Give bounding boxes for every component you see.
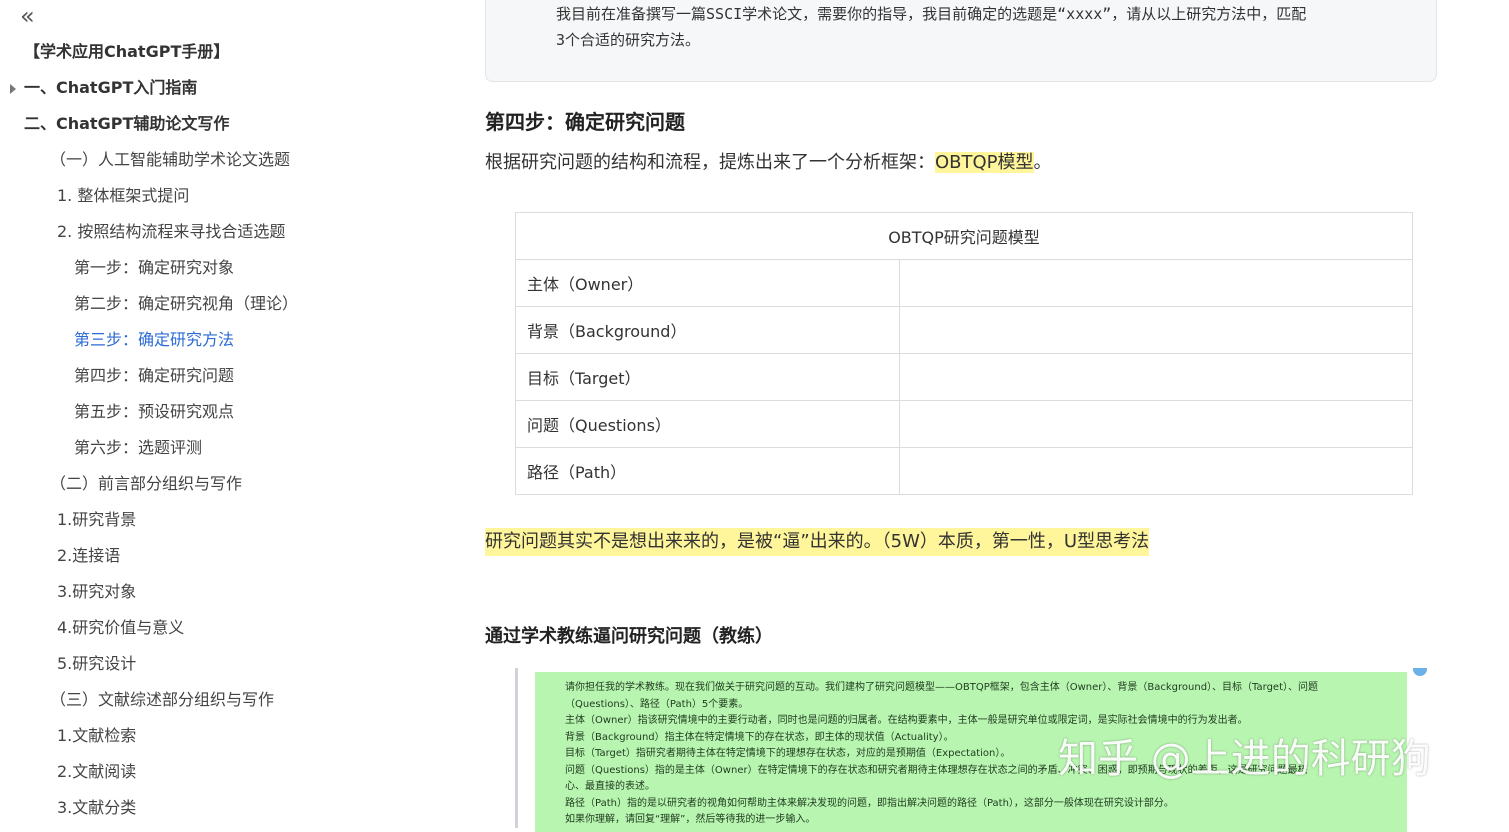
sidebar-item-label: 第一步：确定研究对象 — [74, 258, 235, 277]
sidebar-item-label: 2. 按照结构流程来寻找合适选题 — [57, 222, 286, 241]
sidebar-item-label: 2.文献阅读 — [57, 762, 137, 781]
sidebar-item-label: 4.研究价值与意义 — [57, 618, 185, 637]
sidebar-item-11[interactable]: 第六步：选题评测 — [0, 430, 440, 466]
table-cell-empty — [899, 353, 1413, 401]
sidebar-item-20[interactable]: 2.文献阅读 — [0, 754, 440, 790]
sidebar-item-label: 1.研究背景 — [57, 510, 137, 529]
sidebar-item-2[interactable]: 二、ChatGPT辅助论文写作 — [0, 106, 440, 142]
sidebar-item-12[interactable]: （二）前言部分组织与写作 — [0, 466, 440, 502]
sidebar-item-18[interactable]: （三）文献综述部分组织与写作 — [0, 682, 440, 718]
table-cell-empty — [899, 306, 1413, 354]
image-text-line: （Questions）、路径（Path）5个要素。 — [565, 698, 749, 710]
sidebar-item-label: （三）文献综述部分组织与写作 — [50, 690, 275, 709]
highlight-paragraph: 研究问题其实不是想出来来的，是被“逼”出来的。（5W）本质，第一性，U型思考法 — [485, 528, 1150, 556]
sidebar-item-19[interactable]: 1.文献检索 — [0, 718, 440, 754]
paragraph-text: 根据研究问题的结构和流程，提炼出来了一个分析框架： — [485, 152, 935, 173]
sidebar-toc: « 【学术应用ChatGPT手册】 一、ChatGPT入门指南二、ChatGPT辅… — [0, 0, 440, 817]
sidebar-item-label: 【学术应用ChatGPT手册】 — [24, 42, 230, 61]
sidebar-item-7[interactable]: 第二步：确定研究视角（理论） — [0, 286, 440, 322]
sidebar-item-label: 3.文献分类 — [57, 798, 137, 817]
expand-triangle-icon[interactable] — [10, 84, 16, 94]
sidebar-item-label: 5.研究设计 — [57, 654, 137, 673]
sidebar-item-14[interactable]: 2.连接语 — [0, 538, 440, 574]
sidebar-item-16[interactable]: 4.研究价值与意义 — [0, 610, 440, 646]
sidebar-item-1[interactable]: 一、ChatGPT入门指南 — [0, 70, 440, 106]
sidebar-item-label: 第五步：预设研究观点 — [74, 402, 235, 421]
sidebar-item-label: 2.连接语 — [57, 546, 121, 565]
sidebar-item-label: 一、ChatGPT入门指南 — [24, 78, 198, 97]
quote-line: 我目前在准备撰写一篇SSCI学术论文，需要你的指导，我目前确定的选题是“xxxx… — [556, 5, 1307, 23]
sidebar-item-label: 第四步：确定研究问题 — [74, 366, 235, 385]
table-row: 问题（Questions） — [515, 400, 1413, 448]
image-text-line: 请你担任我的学术教练。现在我们做关于研究问题的互动。我们建构了研究问题模型——O… — [565, 682, 1318, 693]
sidebar-item-label: 1.文献检索 — [57, 726, 137, 745]
corner-badge-icon — [1413, 668, 1427, 676]
table-cell-label: 主体（Owner） — [515, 259, 900, 307]
prompt-quote-text: 我目前在准备撰写一篇SSCI学术论文，需要你的指导，我目前确定的选题是“xxxx… — [556, 1, 1426, 53]
table-caption: OBTQP研究问题模型 — [515, 212, 1413, 260]
sidebar-item-15[interactable]: 3.研究对象 — [0, 574, 440, 610]
sidebar-item-17[interactable]: 5.研究设计 — [0, 646, 440, 682]
prompt-quote-box: 我目前在准备撰写一篇SSCI学术论文，需要你的指导，我目前确定的选题是“xxxx… — [485, 0, 1437, 82]
quote-line: 3个合适的研究方法。 — [556, 31, 701, 49]
sidebar-item-3[interactable]: （一）人工智能辅助学术论文选题 — [0, 142, 440, 178]
image-text-line: 路径（Path）指的是以研究者的视角如何帮助主体来解决发现的问题，即指出解决问题… — [565, 797, 1174, 809]
sidebar-item-4[interactable]: 1. 整体框架式提问 — [0, 178, 440, 214]
sidebar-item-13[interactable]: 1.研究背景 — [0, 502, 440, 538]
sidebar-item-label: 第三步：确定研究方法 — [74, 330, 235, 349]
sidebar-item-0[interactable]: 【学术应用ChatGPT手册】 — [0, 34, 440, 70]
framework-paragraph: 根据研究问题的结构和流程，提炼出来了一个分析框架：OBTQP模型。 — [485, 148, 1052, 174]
sidebar-item-label: 第六步：选题评测 — [74, 438, 203, 457]
table-cell-empty — [899, 447, 1413, 495]
table-row: 路径（Path） — [515, 447, 1413, 495]
sidebar-item-6[interactable]: 第一步：确定研究对象 — [0, 250, 440, 286]
table-row: 目标（Target） — [515, 353, 1413, 401]
table-cell-label: 目标（Target） — [515, 353, 900, 401]
table-cell-empty — [899, 400, 1413, 448]
section-heading-step4: 第四步：确定研究问题 — [485, 110, 685, 134]
sidebar-item-label: （二）前言部分组织与写作 — [50, 474, 243, 493]
sidebar-item-label: 二、ChatGPT辅助论文写作 — [24, 114, 230, 133]
table-cell-empty — [899, 259, 1413, 307]
sidebar-item-21[interactable]: 3.文献分类 — [0, 790, 440, 826]
table-cell-label: 路径（Path） — [515, 447, 900, 495]
paragraph-text: 。 — [1033, 152, 1052, 173]
image-text-line: 如果你理解，请回复“理解”，然后等待我的进一步输入。 — [565, 814, 816, 825]
sidebar-item-label: （一）人工智能辅助学术论文选题 — [50, 150, 291, 169]
obtqp-model-table: OBTQP研究问题模型 主体（Owner） 背景（Background） 目标（… — [515, 212, 1413, 495]
collapse-sidebar-icon[interactable]: « — [20, 2, 34, 30]
table-cell-label: 问题（Questions） — [515, 400, 900, 448]
watermark-text: 知乎 @上进的科研狗 — [1058, 736, 1431, 782]
table-row: 背景（Background） — [515, 306, 1413, 354]
sidebar-item-label: 第二步：确定研究视角（理论） — [74, 294, 299, 313]
section-heading-coach: 通过学术教练逼问研究问题（教练） — [485, 626, 773, 647]
sidebar-item-5[interactable]: 2. 按照结构流程来寻找合适选题 — [0, 214, 440, 250]
sidebar-item-9[interactable]: 第四步：确定研究问题 — [0, 358, 440, 394]
highlight-model-name: OBTQP模型 — [935, 152, 1034, 173]
sidebar-item-label: 1. 整体框架式提问 — [57, 186, 190, 205]
table-row: 主体（Owner） — [515, 259, 1413, 307]
sidebar-item-label: 3.研究对象 — [57, 582, 137, 601]
sidebar-item-8[interactable]: 第三步：确定研究方法 — [0, 322, 440, 358]
table-cell-label: 背景（Background） — [515, 306, 900, 354]
sidebar-item-10[interactable]: 第五步：预设研究观点 — [0, 394, 440, 430]
toc-list: 【学术应用ChatGPT手册】 一、ChatGPT入门指南二、ChatGPT辅助论… — [0, 34, 440, 826]
